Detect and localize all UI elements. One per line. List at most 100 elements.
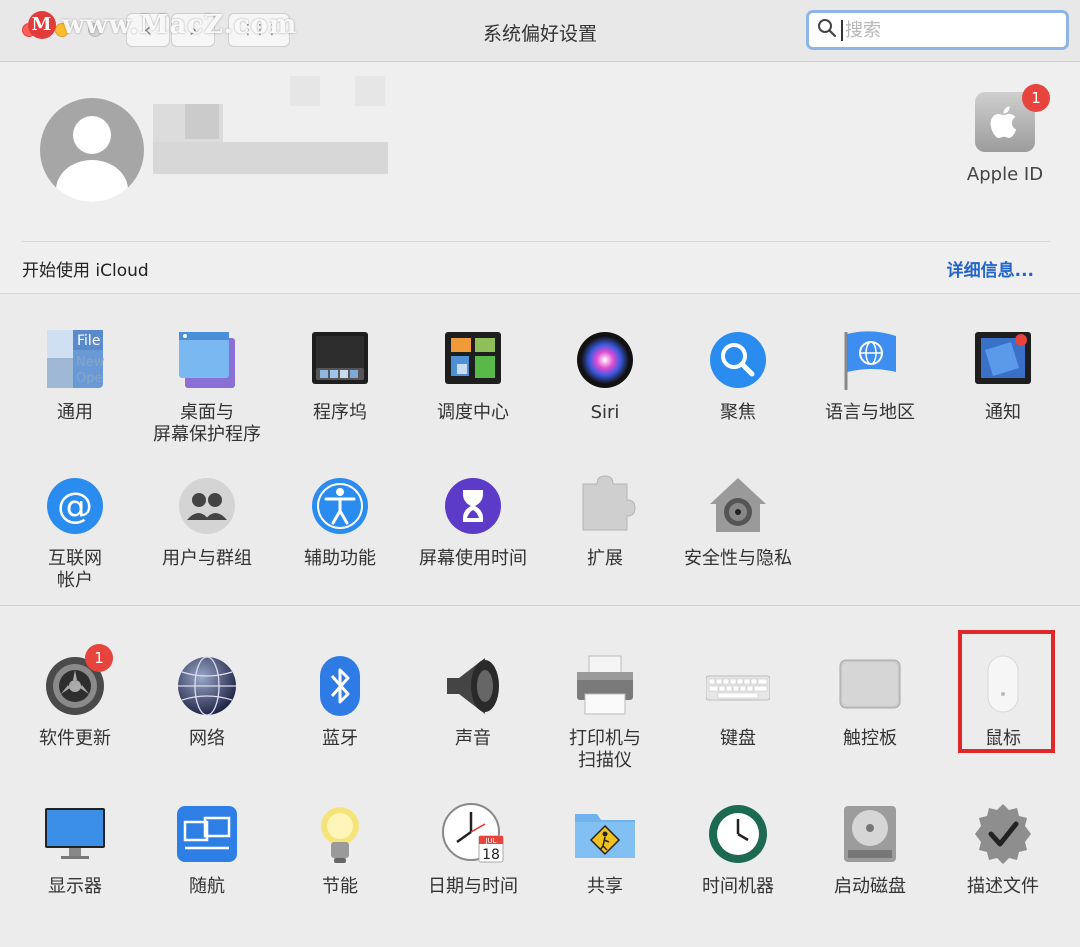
trackpad-icon bbox=[838, 654, 902, 718]
pane-network[interactable]: 网络 bbox=[141, 654, 273, 750]
pane-label: 启动磁盘 bbox=[834, 876, 906, 897]
pane-label: 互联网 帐户 bbox=[48, 548, 102, 591]
language-region-icon bbox=[838, 328, 902, 392]
pane-software-update[interactable]: 1 软件更新 bbox=[9, 644, 141, 750]
network-icon bbox=[175, 654, 239, 718]
startup-disk-icon bbox=[838, 802, 902, 866]
energy-saver-icon bbox=[308, 802, 372, 866]
siri-icon bbox=[573, 328, 637, 392]
calendar-day: 18 bbox=[482, 847, 500, 863]
pane-label: 程序坞 bbox=[313, 402, 367, 423]
svg-text:File: File bbox=[77, 333, 100, 349]
pane-label: 声音 bbox=[455, 728, 491, 749]
spotlight-icon bbox=[706, 328, 770, 392]
pane-date-time[interactable]: JUL 18 日期与时间 bbox=[407, 802, 539, 898]
pane-label: 键盘 bbox=[720, 728, 756, 749]
pane-printers-scanners[interactable]: 打印机与 扫描仪 bbox=[539, 654, 671, 772]
pane-accessibility[interactable]: 辅助功能 bbox=[274, 474, 406, 570]
redacted-blur bbox=[290, 76, 320, 106]
svg-text:@: @ bbox=[57, 486, 93, 527]
screen-time-icon bbox=[441, 474, 505, 538]
pane-label: 节能 bbox=[322, 876, 358, 897]
pane-label: 打印机与 扫描仪 bbox=[569, 728, 641, 771]
pane-label: 扩展 bbox=[587, 548, 623, 569]
pane-sidecar[interactable]: 随航 bbox=[141, 802, 273, 898]
apple-id-badge: 1 bbox=[1022, 84, 1050, 112]
software-update-badge: 1 bbox=[85, 644, 113, 672]
pane-profiles[interactable]: 描述文件 bbox=[937, 802, 1069, 898]
pane-spotlight[interactable]: 聚焦 bbox=[672, 328, 804, 424]
pane-time-machine[interactable]: 时间机器 bbox=[672, 802, 804, 898]
pane-siri[interactable]: Siri bbox=[539, 328, 671, 424]
pane-mission-control[interactable]: 调度中心 bbox=[407, 328, 539, 424]
account-header: 1 Apple ID 开始使用 iCloud 详细信息... bbox=[0, 62, 1080, 294]
pane-label: 触控板 bbox=[843, 728, 897, 749]
pane-displays[interactable]: 显示器 bbox=[9, 802, 141, 898]
pane-label: 显示器 bbox=[48, 876, 102, 897]
pane-label: 用户与群组 bbox=[162, 548, 252, 569]
pane-dock[interactable]: 程序坞 bbox=[274, 328, 406, 424]
date-time-icon: JUL 18 bbox=[441, 802, 505, 866]
internet-accounts-icon: @ bbox=[43, 474, 107, 538]
pane-label: 时间机器 bbox=[702, 876, 774, 897]
general-icon: File New Ope bbox=[43, 328, 107, 392]
pane-label: 软件更新 bbox=[39, 728, 111, 749]
mouse-highlight-box bbox=[958, 630, 1055, 753]
pane-notifications[interactable]: 通知 bbox=[937, 328, 1069, 424]
avatar-head bbox=[73, 116, 111, 154]
pane-label: Siri bbox=[590, 402, 620, 423]
pane-language-region[interactable]: 语言与地区 bbox=[804, 328, 936, 424]
pane-label: 辅助功能 bbox=[304, 548, 376, 569]
title-bar: ‹ › ⋮⋮⋮ Mwww.MacZ.com 系统偏好设置 bbox=[0, 0, 1080, 62]
extensions-icon bbox=[573, 474, 637, 538]
software-update-icon: 1 bbox=[43, 644, 113, 718]
svg-text:Ope: Ope bbox=[76, 371, 102, 386]
pane-sound[interactable]: 声音 bbox=[407, 654, 539, 750]
search-input[interactable] bbox=[841, 19, 1041, 41]
pane-label: 蓝牙 bbox=[322, 728, 358, 749]
pane-users-groups[interactable]: 用户与群组 bbox=[141, 474, 273, 570]
details-link[interactable]: 详细信息... bbox=[947, 256, 1034, 281]
pane-label: 安全性与隐私 bbox=[684, 548, 792, 569]
bluetooth-icon bbox=[308, 654, 372, 718]
pane-label: 日期与时间 bbox=[428, 876, 518, 897]
pane-startup-disk[interactable]: 启动磁盘 bbox=[804, 802, 936, 898]
pane-extensions[interactable]: 扩展 bbox=[539, 474, 671, 570]
search-field[interactable] bbox=[806, 10, 1069, 50]
pane-label: 通知 bbox=[985, 402, 1021, 423]
profiles-icon bbox=[971, 802, 1035, 866]
pane-bluetooth[interactable]: 蓝牙 bbox=[274, 654, 406, 750]
apple-id-pane[interactable]: 1 Apple ID bbox=[960, 84, 1050, 185]
pane-trackpad[interactable]: 触控板 bbox=[804, 654, 936, 750]
redacted-email bbox=[153, 142, 388, 174]
pane-label: 随航 bbox=[189, 876, 225, 897]
pane-general[interactable]: File New Ope 通用 bbox=[9, 328, 141, 424]
apple-logo-icon: 1 bbox=[975, 84, 1050, 152]
icloud-prompt: 开始使用 iCloud bbox=[22, 261, 149, 281]
svg-text:New: New bbox=[76, 355, 105, 370]
avatar[interactable] bbox=[40, 98, 144, 202]
displays-icon bbox=[43, 802, 107, 866]
pane-sharing[interactable]: 共享 bbox=[539, 802, 671, 898]
dock-icon bbox=[308, 328, 372, 392]
pane-keyboard[interactable]: 键盘 bbox=[672, 654, 804, 750]
notifications-icon bbox=[971, 328, 1035, 392]
pane-security-privacy[interactable]: 安全性与隐私 bbox=[672, 474, 804, 570]
sound-icon bbox=[441, 654, 505, 718]
pane-label: 调度中心 bbox=[437, 402, 509, 423]
printers-scanners-icon bbox=[573, 654, 637, 718]
calendar-month: JUL bbox=[484, 837, 496, 845]
pane-energy-saver[interactable]: 节能 bbox=[274, 802, 406, 898]
pane-label: 桌面与 屏幕保护程序 bbox=[153, 402, 261, 445]
preferences-section-personal: File New Ope 通用 桌面与 屏幕保护程序 程序坞 调度中心 Siri 聚… bbox=[0, 294, 1080, 606]
keyboard-icon bbox=[705, 654, 771, 718]
mission-control-icon bbox=[441, 328, 505, 392]
time-machine-icon bbox=[706, 802, 770, 866]
pane-internet-accounts[interactable]: @ 互联网 帐户 bbox=[9, 474, 141, 592]
apple-id-label: Apple ID bbox=[966, 164, 1044, 185]
pane-desktop-screensaver[interactable]: 桌面与 屏幕保护程序 bbox=[141, 328, 273, 446]
pane-label: 网络 bbox=[189, 728, 225, 749]
divider bbox=[22, 241, 1050, 242]
pane-screen-time[interactable]: 屏幕使用时间 bbox=[407, 474, 539, 570]
users-groups-icon bbox=[175, 474, 239, 538]
